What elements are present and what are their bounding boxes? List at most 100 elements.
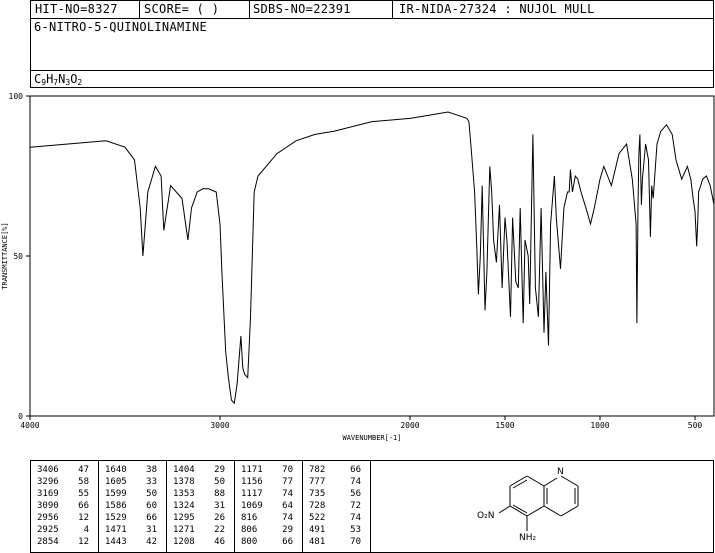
peak-wavenumber: 782 [309, 465, 326, 475]
peak-transmittance: 22 [214, 525, 225, 535]
peak-transmittance: 12 [78, 513, 89, 523]
peak-row: 1605 33 [105, 477, 157, 487]
peak-row: 806 29 [241, 525, 293, 535]
plot-frame [29, 95, 715, 417]
peak-transmittance: 66 [78, 501, 89, 511]
peak-wavenumber: 522 [309, 513, 326, 523]
peak-wavenumber: 1529 [105, 513, 127, 523]
peak-transmittance: 74 [282, 489, 293, 499]
peak-transmittance: 50 [214, 477, 225, 487]
peak-wavenumber: 1605 [105, 477, 127, 487]
peak-row: 481 70 [309, 537, 361, 547]
peak-column: 1404 29 1378 50 1353 88 1324 31 1295 26 1271 22 1208… [167, 461, 235, 552]
peak-row: 735 56 [309, 489, 361, 499]
y-axis-label: TRANSMITTANCE[%] [1, 222, 9, 289]
peak-transmittance: 38 [146, 465, 157, 475]
peak-wavenumber: 2854 [37, 537, 59, 547]
peak-wavenumber: 1324 [173, 501, 195, 511]
peak-row: 1443 42 [105, 537, 157, 547]
peak-wavenumber: 1586 [105, 501, 127, 511]
peak-row: 1171 70 [241, 465, 293, 475]
peak-row: 1353 88 [173, 489, 225, 499]
peak-row: 1378 50 [173, 477, 225, 487]
peak-wavenumber: 1599 [105, 489, 127, 499]
peak-wavenumber: 1117 [241, 489, 263, 499]
ir-spectrum-chart: 0 50 100 4000 3000 2000 1500 1000 500 WAVENUMBER[… [1, 92, 715, 442]
peak-wavenumber: 777 [309, 477, 326, 487]
peak-row: 777 74 [309, 477, 361, 487]
peak-wavenumber: 1171 [241, 465, 263, 475]
y-tick-label: 50 [13, 252, 23, 261]
peak-transmittance: 4 [83, 525, 89, 535]
peak-row: 782 66 [309, 465, 361, 475]
peak-row: 3169 55 [37, 489, 89, 499]
peak-wavenumber: 3406 [37, 465, 59, 475]
peak-transmittance: 60 [146, 501, 157, 511]
peak-wavenumber: 816 [241, 513, 258, 523]
peak-table: 3406 47 3296 58 3169 55 3090 66 2956 12 2925 4 2854 1… [30, 460, 714, 553]
peak-row: 1324 31 [173, 501, 225, 511]
x-tick-label: 1500 [495, 421, 514, 430]
peak-wavenumber: 1471 [105, 525, 127, 535]
x-tick-label: 3000 [210, 421, 229, 430]
peak-wavenumber: 728 [309, 501, 326, 511]
peak-wavenumber: 1404 [173, 465, 195, 475]
quinoline-structure [498, 475, 579, 531]
peak-row: 2956 12 [37, 513, 89, 523]
x-axis-label: WAVENUMBER[-1] [342, 434, 401, 442]
y-tick-label: 0 [18, 412, 23, 421]
nitro-group-label: O₂N [477, 511, 495, 521]
peak-transmittance: 58 [78, 477, 89, 487]
peak-transmittance: 12 [78, 537, 89, 547]
x-tick-label: 1000 [590, 421, 609, 430]
peak-row: 3090 66 [37, 501, 89, 511]
peak-row: 1271 22 [173, 525, 225, 535]
peak-row: 1471 31 [105, 525, 157, 535]
peak-transmittance: 56 [350, 489, 361, 499]
peak-wavenumber: 1443 [105, 537, 127, 547]
peak-wavenumber: 3090 [37, 501, 59, 511]
peak-row: 522 74 [309, 513, 361, 523]
peak-transmittance: 77 [282, 477, 293, 487]
peak-column: 1640 38 1605 33 1599 50 1586 60 1529 66 1471 31 1443… [99, 461, 167, 552]
peak-transmittance: 31 [214, 501, 225, 511]
peak-wavenumber: 1640 [105, 465, 127, 475]
peak-transmittance: 66 [146, 513, 157, 523]
peak-wavenumber: 1208 [173, 537, 195, 547]
peak-column: 1171 70 1156 77 1117 74 1069 64 816 74 806 29 800 66 [235, 461, 303, 552]
peak-transmittance: 29 [282, 525, 293, 535]
peak-transmittance: 33 [146, 477, 157, 487]
peak-row: 2925 4 [37, 525, 89, 535]
amine-group-label: NH₂ [519, 533, 537, 543]
peak-wavenumber: 1353 [173, 489, 195, 499]
peak-row: 800 66 [241, 537, 293, 547]
peak-transmittance: 74 [282, 513, 293, 523]
peak-transmittance: 74 [350, 477, 361, 487]
peak-wavenumber: 1156 [241, 477, 263, 487]
peak-row: 3406 47 [37, 465, 89, 475]
peak-row: 3296 58 [37, 477, 89, 487]
peak-transmittance: 29 [214, 465, 225, 475]
y-tick-label: 100 [9, 92, 24, 101]
peak-wavenumber: 1069 [241, 501, 263, 511]
peak-wavenumber: 1378 [173, 477, 195, 487]
peak-transmittance: 55 [78, 489, 89, 499]
peak-row: 1404 29 [173, 465, 225, 475]
transmittance-series-line [29, 111, 715, 405]
x-tick-label: 4000 [20, 421, 39, 430]
peak-wavenumber: 800 [241, 537, 258, 547]
peak-row: 1599 50 [105, 489, 157, 499]
peak-transmittance: 72 [350, 501, 361, 511]
peak-transmittance: 88 [214, 489, 225, 499]
peak-row: 1529 66 [105, 513, 157, 523]
peak-row: 1640 38 [105, 465, 157, 475]
peak-transmittance: 74 [350, 513, 361, 523]
peak-wavenumber: 1271 [173, 525, 195, 535]
peak-row: 816 74 [241, 513, 293, 523]
peak-wavenumber: 1295 [173, 513, 195, 523]
peak-row: 491 53 [309, 525, 361, 535]
peak-transmittance: 70 [282, 465, 293, 475]
peak-transmittance: 66 [282, 537, 293, 547]
peak-row: 1156 77 [241, 477, 293, 487]
peak-wavenumber: 3169 [37, 489, 59, 499]
